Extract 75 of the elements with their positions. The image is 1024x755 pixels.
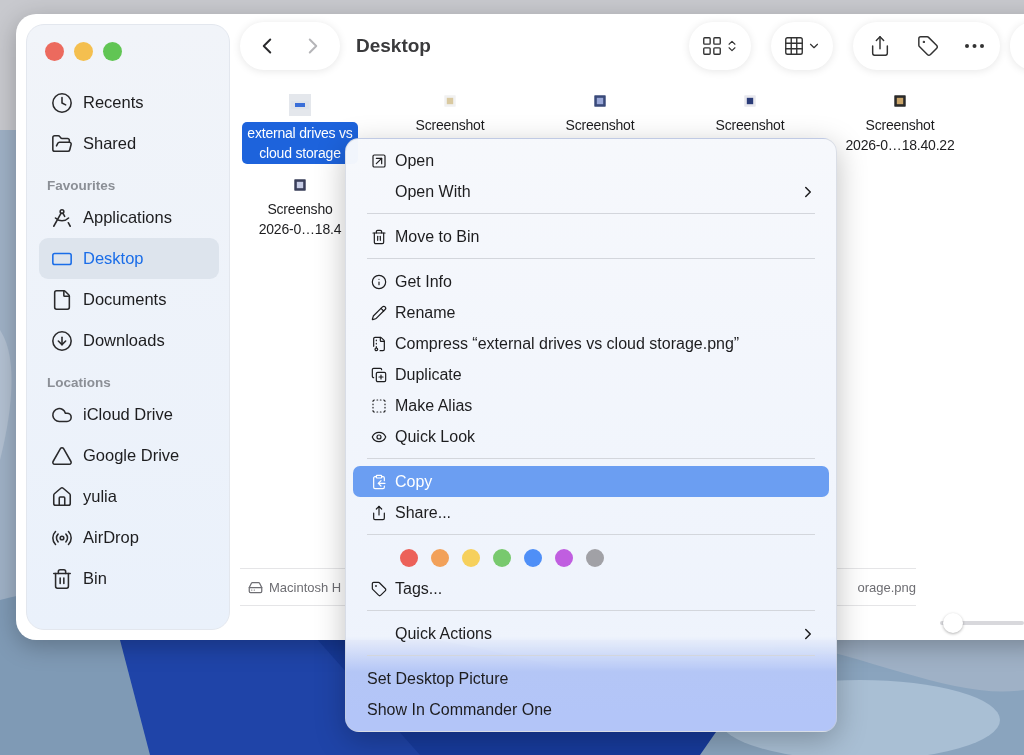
- menu-item[interactable]: Quick Look: [353, 421, 829, 452]
- window-control[interactable]: [103, 42, 122, 61]
- sidebar-item[interactable]: Downloads: [39, 320, 219, 361]
- file-name[interactable]: Screenshot 2026-0…18.40.22: [840, 114, 960, 156]
- slider-thumb[interactable]: [942, 613, 963, 633]
- dashed-square-icon: [371, 397, 387, 414]
- tag-dot[interactable]: [586, 548, 604, 567]
- download-icon: [51, 329, 73, 352]
- menu-item[interactable]: Quick Actions: [353, 618, 829, 649]
- file-name[interactable]: Screenshot: [410, 114, 490, 136]
- more-button[interactable]: [965, 44, 984, 48]
- icon-size-slider[interactable]: [940, 613, 1024, 633]
- archive-icon: [371, 335, 387, 352]
- menu-item[interactable]: Get Info: [353, 266, 829, 297]
- grid-icon: [701, 35, 723, 57]
- share-icon: [371, 504, 387, 521]
- ellipsis-icon: [965, 44, 984, 48]
- menu-item[interactable]: Make Alias: [353, 390, 829, 421]
- path-item[interactable]: orage.png: [857, 579, 916, 595]
- clipboard-icon: [371, 473, 387, 490]
- tag-dot[interactable]: [555, 548, 573, 567]
- compass-icon: [51, 206, 73, 229]
- window-title: Desktop: [356, 35, 431, 57]
- tag-dot[interactable]: [524, 548, 542, 567]
- sidebar-item[interactable]: AirDrop: [39, 517, 219, 558]
- sidebar-item[interactable]: iCloud Drive: [39, 394, 219, 435]
- file-name[interactable]: external drives vs cloud storage: [242, 122, 358, 164]
- group-button[interactable]: [783, 35, 821, 57]
- menu-item[interactable]: Duplicate: [353, 359, 829, 390]
- tag-dot[interactable]: [400, 548, 418, 567]
- trash-icon: [51, 567, 73, 590]
- menu-item[interactable]: Compress “external drives vs cloud storage.png”: [353, 328, 829, 359]
- sidebar-header: Locations: [46, 374, 112, 392]
- share-button[interactable]: [869, 35, 891, 57]
- window-control[interactable]: [45, 42, 64, 61]
- pencil-icon: [371, 304, 387, 321]
- sidebar-item[interactable]: Shared: [39, 123, 219, 164]
- house-icon: [51, 485, 73, 508]
- share-icon: [869, 35, 891, 57]
- menu-item[interactable]: Share...: [353, 497, 829, 528]
- menu-item[interactable]: Move to Bin: [353, 221, 829, 252]
- sidebar-item[interactable]: Applications: [39, 197, 219, 238]
- sidebar-item[interactable]: Desktop: [39, 238, 219, 279]
- tag-icon: [917, 35, 939, 57]
- sidebar-item[interactable]: yulia: [39, 476, 219, 517]
- duplicate-icon: [371, 366, 387, 383]
- menu-item[interactable]: Tags...: [353, 573, 829, 604]
- clock-icon: [51, 91, 73, 114]
- tag-dot[interactable]: [462, 548, 480, 567]
- menu-item[interactable]: Rename: [353, 297, 829, 328]
- menu-item[interactable]: Set Desktop Picture: [353, 663, 829, 694]
- folder-icon: [51, 132, 73, 155]
- file-name[interactable]: Screensho 2026-0…18.4: [253, 198, 347, 240]
- menu-item[interactable]: Show In Commander One: [353, 694, 829, 725]
- thumbnail-icon: [289, 94, 311, 116]
- path-item[interactable]: Macintosh H: [269, 579, 342, 595]
- window-control[interactable]: [74, 42, 93, 61]
- sidebar-item[interactable]: Documents: [39, 279, 219, 320]
- sidebar-header: Favourites: [46, 177, 117, 195]
- tag-button[interactable]: [917, 35, 939, 57]
- info-icon: [371, 273, 387, 290]
- trash-icon: [371, 228, 387, 245]
- tag-dot[interactable]: [493, 548, 511, 567]
- file-name[interactable]: Screenshot: [560, 114, 640, 136]
- tag-dot[interactable]: [431, 548, 449, 567]
- tag-icon: [371, 580, 387, 597]
- sidebar-item[interactable]: Google Drive: [39, 435, 219, 476]
- sidebar-item[interactable]: Recents: [39, 82, 219, 123]
- sidebar-item[interactable]: Bin: [39, 558, 219, 599]
- menu-item[interactable]: Open With: [353, 176, 829, 207]
- file-name[interactable]: Screenshot: [710, 114, 790, 136]
- open-icon: [371, 152, 387, 169]
- table-grid-icon: [783, 35, 805, 57]
- triangle-icon: [51, 444, 73, 467]
- document-icon: [51, 288, 73, 311]
